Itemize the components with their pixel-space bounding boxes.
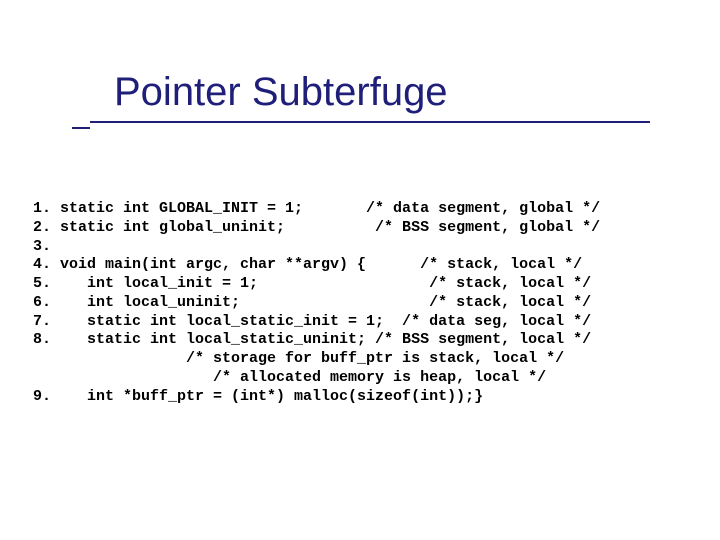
title-underline [90, 121, 650, 123]
code-line: 3. [24, 238, 51, 255]
code-line: /* allocated memory is heap, local */ [24, 369, 546, 386]
code-line: 6. int local_uninit; /* stack, local */ [24, 294, 591, 311]
code-line: 8. static int local_static_uninit; /* BS… [24, 331, 591, 348]
code-line: 9. int *buff_ptr = (int*) malloc(sizeof(… [24, 388, 483, 405]
code-line: 7. static int local_static_init = 1; /* … [24, 313, 591, 330]
code-listing: 1. static int GLOBAL_INIT = 1; /* data s… [24, 200, 600, 406]
code-line: 2. static int global_uninit; /* BSS segm… [24, 219, 600, 236]
code-line: /* storage for buff_ptr is stack, local … [24, 350, 564, 367]
title-underline-tick [72, 127, 90, 129]
code-line: 4. void main(int argc, char **argv) { /*… [24, 256, 582, 273]
slide-title: Pointer Subterfuge [70, 70, 670, 115]
code-line: 5. int local_init = 1; /* stack, local *… [24, 275, 591, 292]
title-block: Pointer Subterfuge [70, 70, 670, 129]
code-line: 1. static int GLOBAL_INIT = 1; /* data s… [24, 200, 600, 217]
slide: Pointer Subterfuge 1. static int GLOBAL_… [0, 0, 720, 540]
